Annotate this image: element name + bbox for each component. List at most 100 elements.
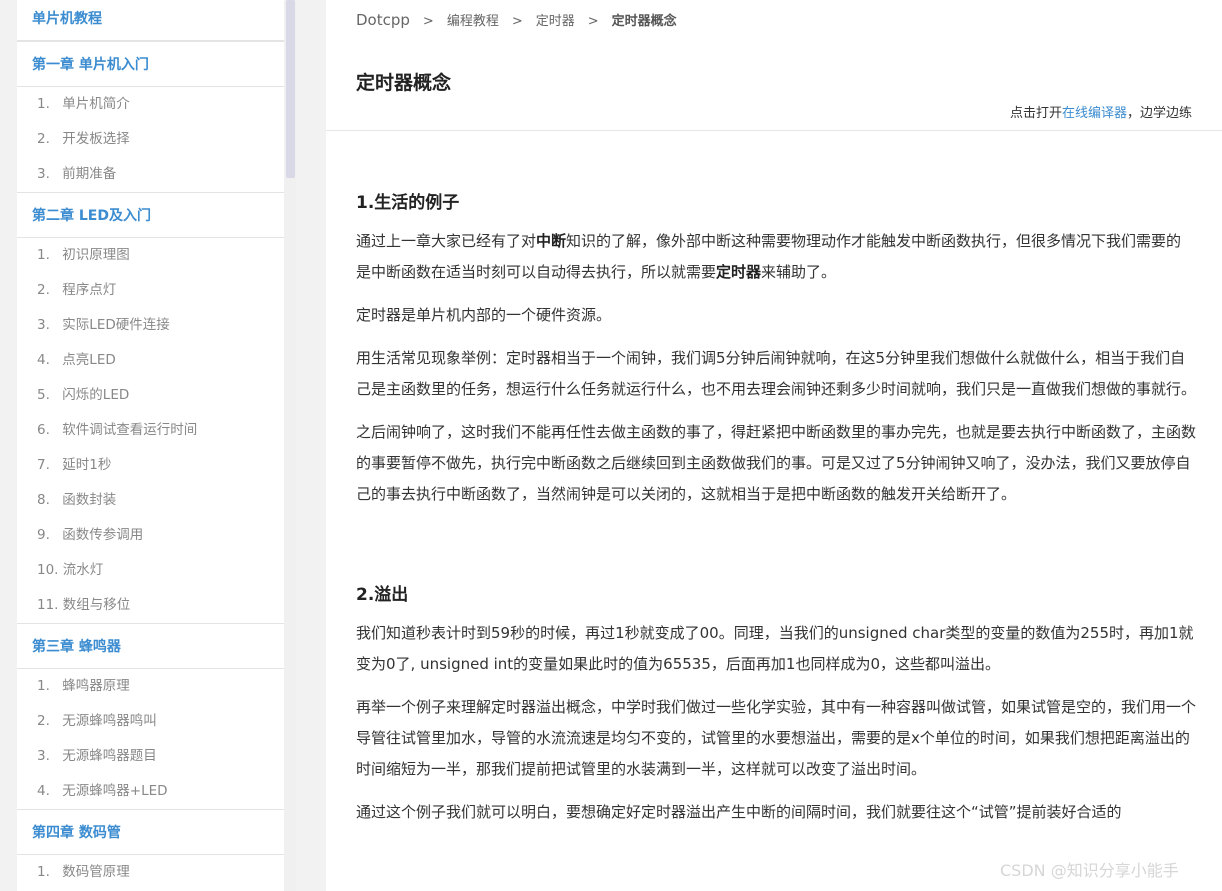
bold-term-timer: 定时器 [716, 263, 762, 281]
paragraph: 通过上一章大家已经有了对中断知识的了解，像外部中断这种需要物理动作才能触发中断函… [356, 226, 1196, 288]
sidebar-item-label: 程序点灯 [62, 282, 117, 298]
sidebar-item-number: 9. [37, 527, 50, 543]
sidebar-item[interactable]: 4. 点亮LED [17, 343, 284, 378]
breadcrumb-current: 定时器概念 [611, 14, 677, 29]
sidebar-item-number: 2. [37, 282, 50, 298]
sidebar-item-label: 软件调试查看运行时间 [62, 422, 198, 438]
sidebar-item[interactable]: 1. 初识原理图 [17, 238, 284, 273]
sidebar-item-label: 点亮LED [62, 352, 116, 368]
sidebar-item-number: 5. [37, 387, 50, 403]
paragraph: 再举一个例子来理解定时器溢出概念，中学时我们做过一些化学实验，其中有一种容器叫做… [356, 698, 1197, 778]
sidebar-item[interactable]: 3. 实际LED硬件连接 [17, 308, 284, 343]
sidebar-item-label: 函数封装 [62, 492, 117, 508]
sidebar-item-number: 3. [37, 748, 50, 764]
sidebar-item-label: 无源蜂鸣器+LED [62, 783, 168, 799]
breadcrumb-separator: > [511, 14, 523, 29]
section-heading-life-example: 1.生活的例子 [356, 193, 460, 213]
sidebar-item-number: 1. [37, 96, 50, 112]
paragraph-text: 通过上一章大家已经有了对 [356, 232, 537, 250]
chapter-heading[interactable]: 第二章 LED及入门 [17, 193, 284, 238]
sidebar-item[interactable]: 6. 软件调试查看运行时间 [17, 413, 284, 448]
sidebar-item-label: 初识原理图 [62, 247, 130, 263]
sidebar-item[interactable]: 3. 无源蜂鸣器题目 [17, 739, 284, 774]
bold-term-interrupt: 中断 [536, 232, 567, 250]
sidebar-item[interactable]: 1. 单片机简介 [17, 87, 284, 122]
sidebar-item[interactable]: 5. 闪烁的LED [17, 378, 284, 413]
sidebar-item-label: 单片机简介 [62, 96, 130, 112]
sidebar-item[interactable]: 1. 数码管原理 [17, 855, 284, 890]
sidebar-item[interactable]: 11. 数组与移位 [17, 588, 284, 623]
sidebar-item-number: 2. [37, 131, 50, 147]
sidebar-item-number: 8. [37, 492, 50, 508]
chapter-heading[interactable]: 第四章 数码管 [17, 810, 284, 855]
sidebar-item-label: 闪烁的LED [62, 387, 130, 403]
sidebar-item-label: 前期准备 [62, 166, 117, 182]
sidebar-item[interactable]: 2. 程序点灯 [17, 273, 284, 308]
chapter-section: 第二章 LED及入门 1. 初识原理图 2. 程序点灯 3. 实际LED硬件连接 4. … [17, 192, 284, 623]
sidebar-item-label: 数组与移位 [62, 597, 131, 613]
sidebar-item[interactable]: 10. 流水灯 [17, 553, 284, 588]
chapter-list: 第一章 单片机入门 1. 单片机简介 2. 开发板选择 3. 前期准备 第二章 LED及… [17, 41, 284, 890]
paragraph: 定时器是单片机内部的一个硬件资源。 [356, 306, 612, 324]
sidebar-item[interactable]: 2. 开发板选择 [17, 122, 284, 157]
sidebar-scrollbar-thumb[interactable] [286, 0, 295, 178]
sidebar-item-number: 11. [37, 597, 59, 613]
sidebar-item-number: 10. [37, 562, 59, 578]
sidebar-item[interactable]: 1. 蜂鸣器原理 [17, 669, 284, 704]
sidebar-item[interactable]: 9. 函数传参调用 [17, 518, 284, 553]
paragraph: 之后闹钟响了，这时我们不能再任性去做主函数的事了，得赶紧把中断函数里的事办完先，… [356, 423, 1197, 503]
breadcrumb-separator: > [587, 14, 599, 29]
sidebar-item-label: 延时1秒 [62, 457, 112, 473]
article-body: 1.生活的例子 通过上一章大家已经有了对中断知识的了解，像外部中断这种需要物理动… [356, 188, 1196, 840]
sidebar-item-number: 4. [37, 783, 50, 799]
sidebar-item-number: 3. [37, 317, 50, 333]
chapter-heading[interactable]: 第一章 单片机入门 [17, 42, 284, 87]
sidebar-item-label: 蜂鸣器原理 [62, 678, 130, 694]
sidebar-item-number: 3. [37, 166, 50, 182]
breadcrumb-link-timer[interactable]: 定时器 [536, 14, 575, 29]
sidebar-item[interactable]: 2. 无源蜂鸣器鸣叫 [17, 704, 284, 739]
sidebar-item-label: 实际LED硬件连接 [62, 317, 170, 333]
sidebar-item[interactable]: 3. 前期准备 [17, 157, 284, 192]
compiler-hint-suffix: ，边学边练 [1126, 106, 1192, 121]
sidebar-item[interactable]: 7. 延时1秒 [17, 448, 284, 483]
sidebar: 单片机教程 第一章 单片机入门 1. 单片机简介 2. 开发板选择 3. 前期准备 第二… [17, 0, 284, 891]
breadcrumb: Dotcpp > 编程教程 > 定时器 > 定时器概念 [356, 10, 677, 29]
online-compiler-link[interactable]: 在线编译器 [1062, 106, 1127, 121]
online-compiler-hint: 点击打开在线编译器，边学边练 [1010, 102, 1192, 121]
chapter-section: 第三章 蜂鸣器 1. 蜂鸣器原理 2. 无源蜂鸣器鸣叫 3. 无源蜂鸣器题目 4. 无源… [17, 623, 284, 809]
sidebar-item-number: 7. [37, 457, 50, 473]
paragraph: 用生活常见现象举例：定时器相当于一个闹钟，我们调5分钟后闹钟就响，在这5分钟里我… [356, 349, 1197, 398]
sidebar-item-label: 无源蜂鸣器鸣叫 [62, 713, 157, 729]
chapter-heading[interactable]: 第三章 蜂鸣器 [17, 624, 284, 669]
header-divider [326, 130, 1222, 131]
paragraph: 通过这个例子我们就可以明白，要想确定好定时器溢出产生中断的间隔时间，我们就要往这… [356, 803, 1122, 821]
paragraph-text: 来辅助了。 [761, 263, 837, 281]
paragraph: 我们知道秒表计时到59秒的时候，再过1秒就变成了00。同理，当我们的unsign… [356, 624, 1194, 673]
sidebar-item-number: 6. [37, 422, 50, 438]
sidebar-item-number: 2. [37, 713, 50, 729]
sidebar-item-label: 无源蜂鸣器题目 [62, 748, 157, 764]
breadcrumb-link-tutorials[interactable]: 编程教程 [447, 14, 499, 29]
breadcrumb-separator: > [422, 14, 434, 29]
sidebar-item[interactable]: 8. 函数封装 [17, 483, 284, 518]
sidebar-item-number: 4. [37, 352, 50, 368]
csdn-watermark: CSDN @知识分享小能手 [1000, 861, 1179, 880]
chapter-section: 第四章 数码管 1. 数码管原理 [17, 809, 284, 890]
sidebar-title[interactable]: 单片机教程 [17, 0, 284, 41]
main-content: Dotcpp > 编程教程 > 定时器 > 定时器概念 定时器概念 点击打开在线编译器，边学… [326, 0, 1222, 891]
sidebar-item[interactable]: 4. 无源蜂鸣器+LED [17, 774, 284, 809]
sidebar-item-label: 数码管原理 [62, 864, 130, 880]
page-title: 定时器概念 [356, 72, 452, 94]
breadcrumb-home-link[interactable]: Dotcpp [356, 11, 410, 29]
sidebar-item-number: 1. [37, 678, 50, 694]
sidebar-item-label: 函数传参调用 [62, 527, 144, 543]
section-heading-overflow: 2.溢出 [356, 585, 409, 605]
compiler-hint-prefix: 点击打开 [1009, 106, 1062, 121]
sidebar-item-number: 1. [37, 247, 50, 263]
sidebar-item-label: 流水灯 [62, 562, 104, 578]
sidebar-item-number: 1. [37, 864, 50, 880]
sidebar-item-label: 开发板选择 [62, 131, 130, 147]
chapter-section: 第一章 单片机入门 1. 单片机简介 2. 开发板选择 3. 前期准备 [17, 41, 284, 192]
